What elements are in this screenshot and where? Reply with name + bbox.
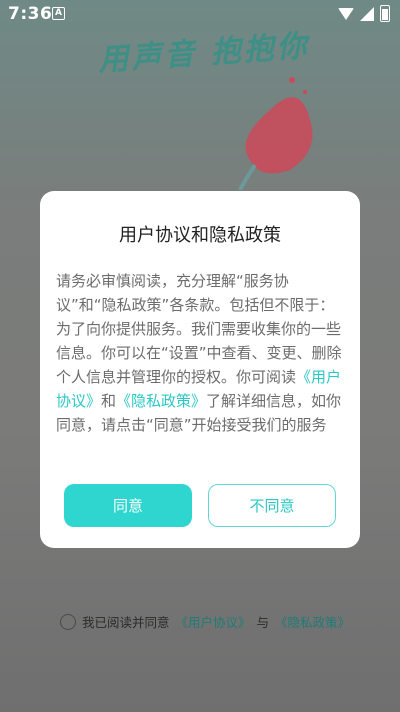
disagree-button[interactable]: 不同意: [208, 484, 336, 527]
consent-user-agreement-link[interactable]: 《用户协议》: [176, 612, 251, 631]
consent-privacy-link[interactable]: 《隐私政策》: [275, 612, 350, 631]
privacy-policy-link[interactable]: 《隐私政策》: [116, 392, 206, 410]
dialog-title: 用户协议和隐私政策: [119, 225, 281, 246]
agree-button[interactable]: 同意: [64, 484, 192, 527]
dialog-body-and: 和: [101, 392, 117, 410]
consent-row: 我已阅读并同意 《用户协议》与《隐私政策》: [60, 612, 350, 631]
consent-radio[interactable]: [60, 613, 76, 630]
consent-and: 与: [256, 615, 270, 630]
consent-prefix: 我已阅读并同意: [82, 615, 170, 630]
privacy-dialog: 用户协议和隐私政策 请务必审慎阅读，充分理解“服务协议”和“隐私政策”各条款。包…: [40, 191, 360, 548]
dialog-body: 请务必审慎阅读，充分理解“服务协议”和“隐私政策”各条款。包括但不限于：为了向你…: [56, 269, 344, 437]
